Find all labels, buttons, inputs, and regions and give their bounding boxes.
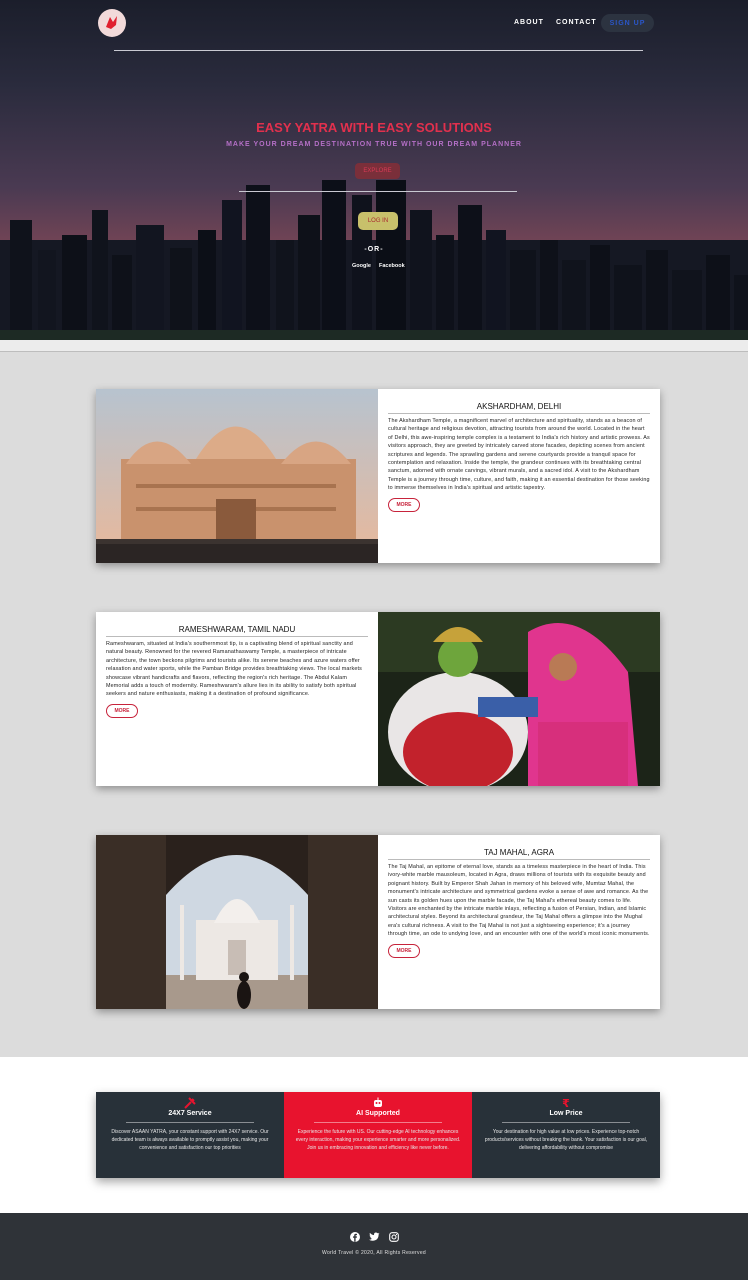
footer: [0, 1213, 748, 1280]
tajmahal-image: [96, 835, 378, 1009]
feature-title: AI Supported: [314, 1110, 442, 1123]
hero-title: EASY YATRA WITH EASY SOLUTIONS: [256, 120, 492, 135]
rameshwaram-text-panel: RAMESHWARAM, TAMIL NADU Rameshwaram, sit…: [96, 612, 378, 786]
rupee-icon: ₹: [562, 1096, 570, 1110]
facebook-login-link[interactable]: Facebook: [379, 263, 405, 269]
more-button[interactable]: MORE: [388, 943, 420, 958]
nav-about-link[interactable]: ABOUT: [514, 19, 544, 26]
city-skyline-image: [0, 180, 748, 340]
login-button[interactable]: LOG IN: [358, 212, 398, 230]
destination-description: The Taj Mahal, an epitome of eternal lov…: [388, 864, 650, 938]
header-divider: [114, 50, 643, 51]
feature-description: Your destination for high value at low p…: [484, 1129, 648, 1151]
akshardham-text-panel: AKSHARDHAM, DELHI The Akshardham Temple,…: [378, 389, 660, 563]
features-strip: 24X7 Service Discover ASAAN YATRA, your …: [96, 1092, 660, 1178]
google-login-link[interactable]: Google: [352, 263, 371, 269]
facebook-icon[interactable]: [350, 1232, 360, 1242]
social-links: [350, 1232, 399, 1242]
nav-contact-link[interactable]: CONTACT: [556, 19, 597, 26]
feature-title: 24X7 Service: [126, 1110, 254, 1123]
more-button[interactable]: MORE: [106, 703, 138, 718]
destination-description: Rameshwaram, situated at India's souther…: [106, 641, 362, 698]
copyright-text: World Travel © 2020, All Rights Reserved: [322, 1250, 426, 1256]
more-button[interactable]: MORE: [388, 497, 420, 512]
feature-ai-supported: AI Supported Experience the future with …: [284, 1092, 472, 1178]
kathakali-dancers-image: [378, 612, 660, 786]
hero-section: ABOUT CONTACT SIGN UP EASY YATRA WITH EA…: [0, 0, 748, 340]
destination-title: RAMESHWARAM, TAMIL NADU: [106, 625, 368, 637]
akshardham-image: [96, 389, 378, 563]
feature-24x7-service: 24X7 Service Discover ASAAN YATRA, your …: [96, 1092, 284, 1178]
destination-title: AKSHARDHAM, DELHI: [388, 402, 650, 414]
hero-subtitle: MAKE YOUR DREAM DESTINATION TRUE WITH OU…: [226, 141, 522, 148]
destination-card-tajmahal: TAJ MAHAL, AGRA The Taj Mahal, an epitom…: [96, 835, 660, 1009]
instagram-icon[interactable]: [389, 1232, 399, 1242]
destination-description: The Akshardham Temple, a magnificent mar…: [388, 418, 650, 492]
signup-button[interactable]: SIGN UP: [601, 14, 654, 32]
destination-card-akshardham: AKSHARDHAM, DELHI The Akshardham Temple,…: [96, 389, 660, 563]
feature-title: Low Price: [502, 1110, 630, 1123]
feature-low-price: ₹ Low Price Your destination for high va…: [472, 1092, 660, 1178]
feature-description: Experience the future with US. Our cutti…: [295, 1129, 461, 1151]
explore-button[interactable]: EXPLORE: [355, 163, 400, 179]
destination-card-rameshwaram: RAMESHWARAM, TAMIL NADU Rameshwaram, sit…: [96, 612, 660, 786]
tajmahal-text-panel: TAJ MAHAL, AGRA The Taj Mahal, an epitom…: [378, 835, 660, 1009]
brand-logo[interactable]: [98, 9, 126, 37]
destination-title: TAJ MAHAL, AGRA: [388, 848, 650, 860]
hero-divider: [239, 191, 517, 192]
brand-logo-icon: [106, 16, 117, 29]
robot-icon: [284, 1096, 472, 1110]
feature-description: Discover ASAAN YATRA, your constant supp…: [111, 1129, 269, 1151]
tools-icon: [96, 1096, 284, 1110]
section-divider: [0, 340, 748, 352]
or-separator: -OR-: [364, 246, 384, 253]
twitter-icon[interactable]: [369, 1232, 380, 1242]
